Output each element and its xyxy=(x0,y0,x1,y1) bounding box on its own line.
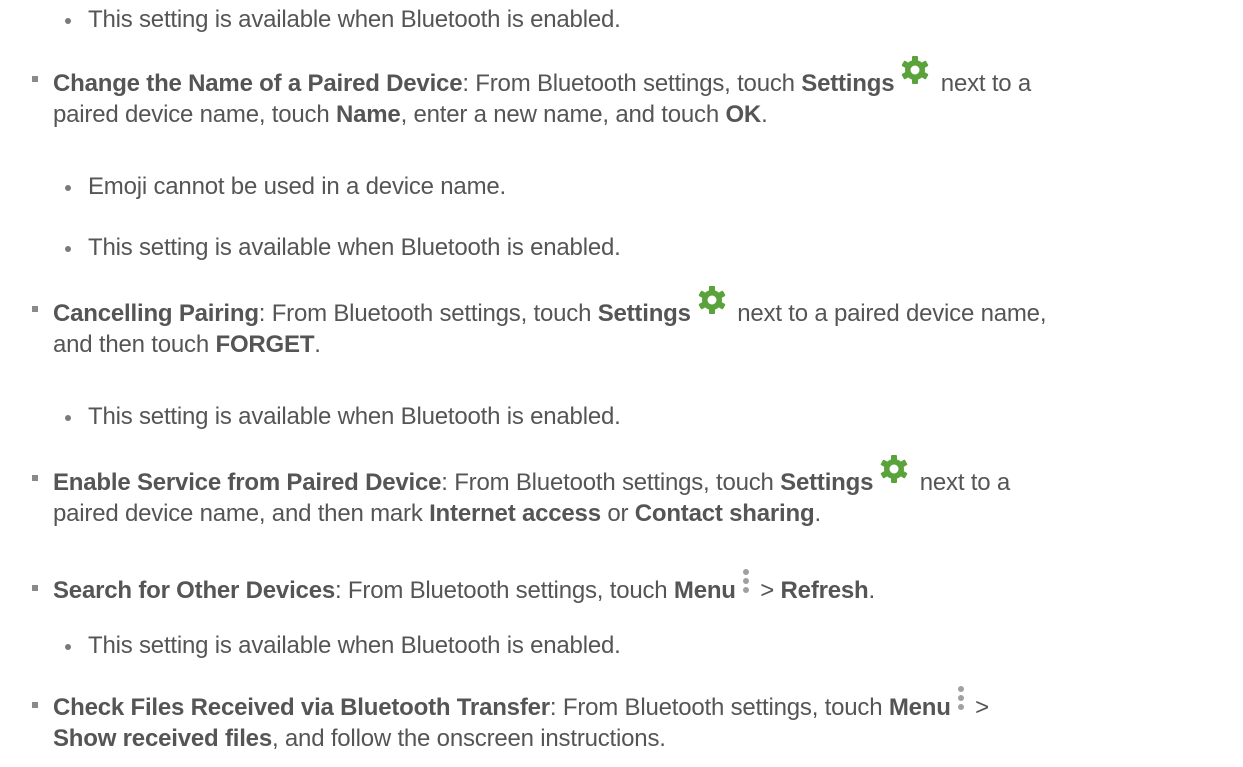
item-text: . xyxy=(314,331,321,358)
menu-label: Menu xyxy=(673,577,736,604)
item-text: paired device name, touch xyxy=(53,101,336,128)
item-title: Search for Other Devices xyxy=(53,577,335,604)
forget-label: FORGET xyxy=(215,331,315,358)
item-text: , enter a new name, and touch xyxy=(400,101,726,128)
item-text: > xyxy=(968,694,989,721)
item-text: paired device name, and then mark xyxy=(53,500,430,527)
list-item-check-files: Check Files Received via Bluetooth Trans… xyxy=(32,686,1233,754)
list-item-search-devices: Search for Other Devices: From Bluetooth… xyxy=(32,569,1233,606)
item-title: Enable Service from Paired Device xyxy=(53,469,442,496)
list-item-cancel-pairing: Cancelling Pairing: From Bluetooth setti… xyxy=(32,286,1233,360)
document-page: This setting is available when Bluetooth… xyxy=(0,0,1243,767)
list-item-enable-service: Enable Service from Paired Device: From … xyxy=(32,455,1233,529)
item-text: or xyxy=(600,500,635,527)
menu-dots-icon xyxy=(955,683,967,713)
item-text: . xyxy=(814,500,821,527)
refresh-label: Refresh xyxy=(780,577,869,604)
sub-item-text: Emoji cannot be used in a device name. xyxy=(88,173,506,200)
item-text: : From Bluetooth settings, touch xyxy=(335,577,674,604)
settings-gear-icon xyxy=(697,285,727,315)
item-text: next to a xyxy=(934,70,1032,97)
item-text: next to a xyxy=(913,469,1010,496)
settings-gear-icon xyxy=(879,454,909,484)
ok-label: OK xyxy=(725,101,762,128)
sub-item-text: This setting is available when Bluetooth… xyxy=(88,632,621,659)
list-item-sub-bluetooth-enabled: This setting is available when Bluetooth… xyxy=(65,403,621,431)
item-text: , and follow the onscreen instructions. xyxy=(271,725,666,752)
item-title: Change the Name of a Paired Device xyxy=(53,70,463,97)
list-item-change-name: Change the Name of a Paired Device: From… xyxy=(32,56,1233,130)
item-text: and then touch xyxy=(53,331,216,358)
sub-item-text: This setting is available when Bluetooth… xyxy=(88,6,621,33)
list-item-sub-bluetooth-enabled: This setting is available when Bluetooth… xyxy=(65,632,621,660)
sub-item-text: This setting is available when Bluetooth… xyxy=(88,403,621,430)
name-label: Name xyxy=(335,101,401,128)
item-text: . xyxy=(868,577,876,604)
item-text: : From Bluetooth settings, touch xyxy=(549,694,889,721)
internet-access-label: Internet access xyxy=(429,500,601,527)
list-item-sub-bluetooth-enabled: This setting is available when Bluetooth… xyxy=(65,234,621,262)
item-text: : From Bluetooth settings, touch xyxy=(462,70,802,97)
settings-label: Settings xyxy=(801,70,895,97)
show-received-files-label: Show received files xyxy=(53,725,272,752)
contact-sharing-label: Contact sharing xyxy=(634,500,815,527)
settings-gear-icon xyxy=(900,55,930,85)
item-title: Cancelling Pairing xyxy=(53,300,259,327)
list-item-sub-bluetooth-enabled: This setting is available when Bluetooth… xyxy=(65,6,621,34)
settings-label: Settings xyxy=(780,469,874,496)
item-text: next to a paired device name, xyxy=(730,300,1047,327)
settings-label: Settings xyxy=(597,300,691,327)
item-text: : From Bluetooth settings, touch xyxy=(258,300,598,327)
list-item-sub-emoji: Emoji cannot be used in a device name. xyxy=(65,173,506,201)
item-text: > xyxy=(753,577,781,604)
sub-item-text: This setting is available when Bluetooth… xyxy=(88,234,621,261)
menu-label: Menu xyxy=(888,694,951,721)
item-title: Check Files Received via Bluetooth Trans… xyxy=(53,694,550,721)
item-text: : From Bluetooth settings, touch xyxy=(441,469,781,496)
menu-dots-icon xyxy=(740,566,752,596)
item-text: . xyxy=(761,101,768,128)
